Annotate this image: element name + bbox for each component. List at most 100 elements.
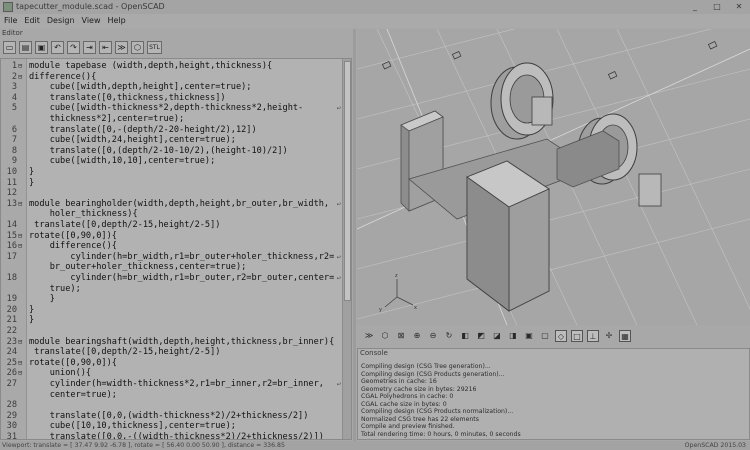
code-line[interactable]: 15 ⊟ rotate([0,90,0]){ [1,231,341,242]
code-line[interactable]: 24 translate([0,depth/2-15,height/2-5]) [1,347,341,358]
code-line[interactable]: 19 } [1,294,341,305]
code-line[interactable]: 5 cube([width-thickness*2,depth-thicknes… [1,103,341,114]
code-editor[interactable]: 1 ⊟ module tapebase (width,depth,height,th… [0,58,352,440]
view-front-icon[interactable]: ▣ [523,330,535,342]
code-line[interactable]: 22 [1,326,341,337]
code-text: translate([0,-(depth/2-20-height/2),12]) [29,124,257,135]
code-line[interactable]: 13 ⊟ module bearingholder(width,depth,heig… [1,199,341,210]
undo-icon[interactable]: ↶ [51,40,64,54]
fold-marker-icon[interactable]: ⊟ [18,241,26,252]
show-edges-icon[interactable]: ▦ [619,330,631,342]
open-icon[interactable]: ▤ [19,40,32,54]
code-text: cylinder(h=br_width,r1=br_outer,r2=br_ou… [29,273,335,283]
view-left-icon[interactable]: ◨ [507,330,519,342]
code-line[interactable]: 11} [1,178,341,189]
unindent-icon[interactable]: ⇤ [99,40,112,54]
line-number: 26 [6,368,17,379]
reset-view-icon[interactable]: ↻ [443,330,455,342]
code-line[interactable]: 8 translate([0,(depth/2-10-10/2),(height… [1,146,341,157]
menu-file[interactable]: File [4,14,17,28]
orthogonal-icon[interactable]: □ [571,330,583,342]
code-line[interactable]: 12 [1,188,341,199]
minimize-button[interactable]: _ [684,0,706,14]
view-top-icon[interactable]: ◩ [475,330,487,342]
code-text: cylinder(h=width-thickness*2,r1=br_inner… [29,379,324,389]
code-line[interactable]: 23 ⊟ module bearingshaft(width,depth,heigh… [1,337,341,348]
code-line[interactable]: 27 cylinder(h=width-thickness*2,r1=br_in… [1,379,341,390]
code-line[interactable]: true); [1,284,341,295]
code-line[interactable]: 7 cube([width,24,height],center=true); [1,135,341,146]
fold-marker-icon[interactable]: ⊟ [18,61,26,72]
viewport-status: Viewport: translate = [ 37.47 9.92 -6.78… [2,442,285,449]
redo-icon[interactable]: ↷ [67,40,80,54]
code-text: thickness*2],center=true); [29,114,185,124]
line-number: 3 [11,82,17,93]
code-text: cylinder(h=br_width,r1=br_outer+holer_th… [29,251,335,262]
console-panel: Console Compiling design (CSG Tree gener… [357,348,750,440]
menu-edit[interactable]: Edit [24,14,40,28]
fold-marker-icon[interactable]: ⊟ [18,368,26,379]
line-wrap-icon: ↩ [336,274,341,282]
line-number: 19 [6,294,17,305]
render-icon[interactable]: ⬡ [379,330,391,342]
console-line: Total rendering time: 0 hours, 0 minutes… [361,430,521,438]
code-text: cube([width,10,10],center=true); [29,156,216,167]
view-right-icon[interactable]: ◧ [459,330,471,342]
code-line[interactable]: 2 ⊟ difference(){ [1,72,341,83]
save-icon[interactable]: ▣ [35,40,48,54]
show-crosshairs-icon[interactable]: ✢ [603,330,615,342]
zoom-in-icon[interactable]: ⊕ [411,330,423,342]
code-line[interactable]: 16 ⊟ difference(){ [1,241,341,252]
view-all-icon[interactable]: ⊠ [395,330,407,342]
code-line[interactable]: 9 cube([width,10,10],center=true); [1,156,341,167]
code-line[interactable]: 4 translate([0,thickness,thickness]) [1,93,341,104]
code-line[interactable]: holer_thickness){ [1,209,341,220]
show-axes-icon[interactable]: ⊥ [587,330,599,342]
menu-design[interactable]: Design [47,14,75,28]
scrollbar-thumb[interactable] [344,61,351,301]
fold-marker-icon[interactable]: ⊟ [18,358,26,369]
perspective-icon[interactable]: ◇ [555,330,567,342]
code-line[interactable]: thickness*2],center=true); [1,114,341,125]
code-line[interactable]: 29 translate([0,0,(width-thickness*2)/2+… [1,411,341,422]
code-text: holer_thickness){ [29,209,138,220]
3d-viewport[interactable]: z x y [357,29,750,325]
code-line[interactable]: 21} [1,315,341,326]
fold-marker-icon[interactable]: ⊟ [18,231,26,242]
export-stl-icon[interactable]: STL [147,40,162,54]
preview-icon[interactable]: ≫ [363,330,375,342]
code-line[interactable]: 3 cube([width,depth,height],center=true)… [1,82,341,93]
code-line[interactable]: 6 translate([0,-(depth/2-20-height/2),12… [1,125,341,136]
menu-help[interactable]: Help [108,14,126,28]
line-number: 11 [6,177,17,188]
code-line[interactable]: br_outer+holer_thickness,center=true); [1,262,341,273]
code-line[interactable]: 20} [1,305,341,316]
code-line[interactable]: 18 cylinder(h=br_width,r1=br_outer,r2=br… [1,273,341,284]
maximize-button[interactable]: □ [706,0,728,14]
fold-marker-icon[interactable]: ⊟ [18,337,26,348]
render-icon[interactable]: ⬡ [131,40,144,54]
code-line[interactable]: center=true); [1,390,341,401]
code-line[interactable]: 30 cube([10,10,thickness],center=true); [1,421,341,432]
code-line[interactable]: 14 translate([0,depth/2-15,height/2-5]) [1,220,341,231]
indent-icon[interactable]: ⇥ [83,40,96,54]
code-line[interactable]: 25 ⊟ rotate([0,90,0]){ [1,358,341,369]
panel-splitter[interactable] [353,29,356,441]
fold-marker-icon[interactable]: ⊟ [18,72,26,83]
code-text: module bearingholder(width,depth,height,… [29,198,330,209]
fold-marker-icon[interactable]: ⊟ [18,199,26,210]
view-bottom-icon[interactable]: ◪ [491,330,503,342]
menu-view[interactable]: View [82,14,101,28]
code-line[interactable]: 10} [1,167,341,178]
preview-icon[interactable]: ≫ [115,40,128,54]
code-line[interactable]: 28 [1,400,341,411]
zoom-out-icon[interactable]: ⊖ [427,330,439,342]
new-icon[interactable]: ▭ [3,40,16,54]
view-back-icon[interactable]: ▢ [539,330,551,342]
close-button[interactable]: ✕ [728,0,750,14]
code-line[interactable]: 26 ⊟ union(){ [1,368,341,379]
editor-vertical-scrollbar[interactable] [342,59,351,439]
code-line[interactable]: 1 ⊟ module tapebase (width,depth,height,th… [1,61,341,72]
code-line[interactable]: 31 translate([0,0,-((width-thickness*2)/… [1,432,341,439]
code-line[interactable]: 17 cylinder(h=br_width,r1=br_outer+holer… [1,252,341,263]
